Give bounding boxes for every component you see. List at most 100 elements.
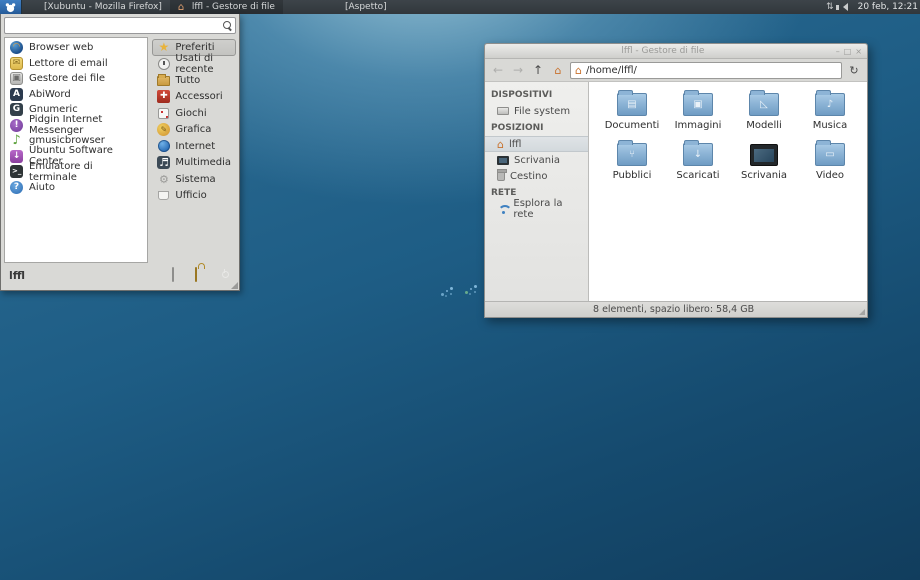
firefox-icon (30, 2, 40, 12)
menu-item-file-manager[interactable]: ▣ Gestore dei file (5, 71, 147, 87)
taskbar-item-firefox[interactable]: [Xubuntu - Mozilla Firefox] (22, 0, 170, 14)
category-office[interactable]: Ufficio (152, 188, 236, 205)
software-center-icon: ↓ (10, 150, 23, 163)
system-tray: ⇅ 20 feb, 12:21 (826, 0, 920, 14)
username-label: lffl (9, 269, 25, 282)
close-button[interactable]: × (855, 47, 862, 56)
folder-icon: ♪ (815, 93, 845, 116)
path-text: /home/lffl/ (586, 65, 637, 76)
appearance-icon (331, 2, 341, 12)
gear-icon: ⚙ (157, 173, 170, 186)
sidebar-header-devices: DISPOSITIVI (485, 86, 588, 103)
menu-item-terminal[interactable]: >_ Emulatore di terminale (5, 164, 147, 180)
category-internet[interactable]: Internet (152, 138, 236, 155)
file-modelli[interactable]: ◺ Modelli (731, 90, 797, 139)
top-panel: [Xubuntu - Mozilla Firefox] ⌂ lffl - Ges… (0, 0, 920, 14)
wallpaper-dots-left (440, 284, 454, 298)
folder-icon: ▭ (815, 143, 845, 166)
star-icon: ★ (157, 41, 170, 54)
sidebar-item-browse-network[interactable]: Esplora la rete (485, 201, 588, 217)
sidebar: DISPOSITIVI File system POSIZIONI ⌂ lffl… (485, 82, 589, 301)
file-pubblici[interactable]: ⑂ Pubblici (599, 140, 665, 189)
path-bar[interactable]: ⌂ /home/lffl/ (570, 62, 842, 79)
home-button[interactable]: ⌂ (550, 62, 566, 78)
desktop-icon (750, 144, 778, 166)
window-titlebar[interactable]: lffl - Gestore di file – □ × (485, 44, 867, 59)
home-icon: ⌂ (497, 139, 504, 150)
home-icon: ⌂ (575, 65, 582, 76)
window-title: lffl - Gestore di file (490, 46, 836, 56)
help-icon: ? (10, 181, 23, 194)
category-games[interactable]: Giochi (152, 105, 236, 122)
up-button[interactable]: ↑ (530, 62, 546, 78)
maximize-button[interactable]: □ (844, 47, 852, 56)
network-tray-icon[interactable]: ⇅ (826, 2, 833, 12)
mail-icon: ✉ (10, 57, 23, 70)
sidebar-item-desktop[interactable]: Scrivania (485, 152, 588, 168)
window-toolbar: ← → ↑ ⌂ ⌂ /home/lffl/ ↻ (485, 59, 867, 82)
folder-icon: ▤ (617, 93, 647, 116)
accessories-icon: ✚ (157, 90, 170, 103)
taskbar-item-appearance[interactable]: [Aspetto] (323, 0, 395, 14)
folder-icon (157, 74, 170, 87)
sidebar-item-file-system[interactable]: File system (485, 103, 588, 119)
desktop-icon (497, 156, 509, 165)
file-view[interactable]: ▤ Documenti ▣ Immagini ◺ Modelli ♪ Music… (589, 82, 867, 301)
up-icon: ↑ (533, 63, 543, 77)
wallpaper-dots-right (464, 282, 478, 296)
window-resize-grip[interactable] (859, 309, 865, 315)
settings-button[interactable] (172, 268, 187, 283)
category-graphics[interactable]: ✎ Grafica (152, 122, 236, 139)
refresh-icon: ↻ (849, 64, 858, 77)
file-documenti[interactable]: ▤ Documenti (599, 90, 665, 139)
home-icon: ⌂ (555, 65, 562, 76)
folder-icon: ⑂ (617, 143, 647, 166)
lock-screen-button[interactable] (195, 268, 210, 283)
search-input[interactable] (8, 20, 223, 31)
menu-item-email-reader[interactable]: ✉ Lettore di email (5, 56, 147, 72)
multimedia-icon: ♬ (157, 156, 170, 169)
applications-menu-popup: ◠ Browser web ✉ Lettore di email ▣ Gesto… (0, 14, 240, 291)
sidebar-item-home[interactable]: ⌂ lffl (485, 136, 588, 152)
web-browser-icon: ◠ (10, 41, 23, 54)
terminal-icon: >_ (10, 165, 23, 178)
sidebar-item-trash[interactable]: Cestino (485, 168, 588, 184)
refresh-button[interactable]: ↻ (846, 62, 862, 78)
menu-item-abiword[interactable]: A AbiWord (5, 87, 147, 103)
folder-icon: ▣ (683, 93, 713, 116)
pidgin-icon: ! (10, 119, 23, 132)
menu-app-list: ◠ Browser web ✉ Lettore di email ▣ Gesto… (4, 37, 148, 263)
office-icon (157, 189, 170, 202)
menu-item-browser-web[interactable]: ◠ Browser web (5, 40, 147, 56)
home-icon: ⌂ (178, 2, 188, 12)
menu-category-list: ★ Preferiti Usati di recente Tutto ✚ Acc… (148, 37, 236, 263)
abiword-icon: A (10, 88, 23, 101)
file-manager-window: lffl - Gestore di file – □ × ← → ↑ ⌂ ⌂ /… (484, 43, 868, 318)
minimize-button[interactable]: – (836, 47, 840, 56)
file-scrivania[interactable]: Scrivania (731, 140, 797, 189)
statusbar: 8 elementi, spazio libero: 58,4 GB (485, 301, 867, 317)
file-video[interactable]: ▭ Video (797, 140, 863, 189)
file-musica[interactable]: ♪ Musica (797, 90, 863, 139)
category-recently-used[interactable]: Usati di recente (152, 56, 236, 73)
search-icon (223, 21, 232, 30)
category-accessories[interactable]: ✚ Accessori (152, 89, 236, 106)
volume-icon[interactable] (839, 3, 848, 11)
logout-button[interactable] (218, 268, 233, 283)
clock-icon (157, 57, 170, 70)
file-immagini[interactable]: ▣ Immagini (665, 90, 731, 139)
menu-resize-grip[interactable] (231, 282, 238, 289)
taskbar-item-label: lffl - Gestore di file (192, 2, 275, 12)
menu-search-box[interactable] (4, 17, 236, 34)
forward-button[interactable]: → (510, 62, 526, 78)
taskbar-item-file-manager[interactable]: ⌂ lffl - Gestore di file (170, 0, 283, 14)
folder-icon: ◺ (749, 93, 779, 116)
back-button[interactable]: ← (490, 62, 506, 78)
category-system[interactable]: ⚙ Sistema (152, 171, 236, 188)
panel-clock[interactable]: 20 feb, 12:21 (856, 2, 918, 12)
applications-menu-button[interactable] (0, 0, 22, 14)
menu-item-pidgin[interactable]: ! Pidgin Internet Messenger (5, 118, 147, 134)
category-multimedia[interactable]: ♬ Multimedia (152, 155, 236, 172)
lock-icon (195, 267, 197, 282)
file-scaricati[interactable]: ↓ Scaricati (665, 140, 731, 189)
